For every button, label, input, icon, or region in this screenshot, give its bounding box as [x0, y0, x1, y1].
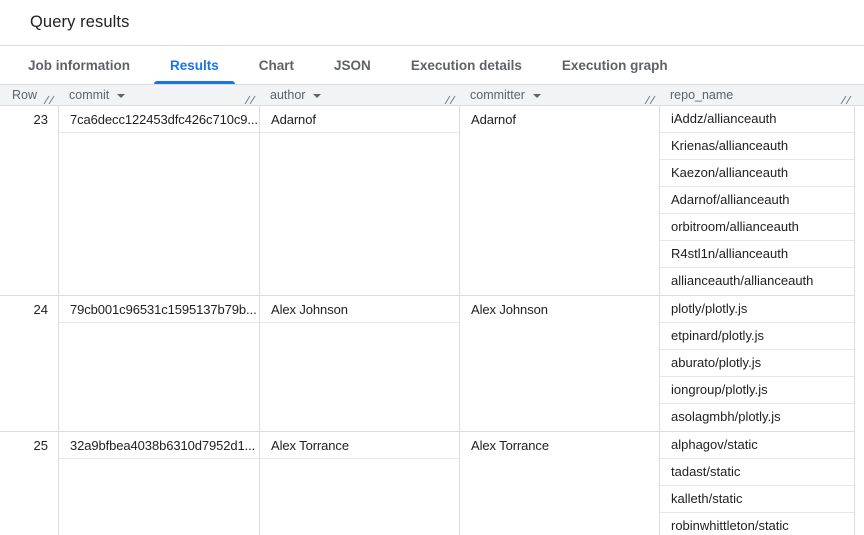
- repo-name-value: Krienas/allianceauth: [660, 133, 854, 160]
- column-resize-handle[interactable]: [643, 95, 657, 105]
- table-row: 2532a9bfbea4038b6310d7952d1...Alex Torra…: [0, 432, 855, 535]
- cell-commit: 79cb001c96531c1595137b79b...: [58, 296, 259, 431]
- cell-committer: Alex Torrance: [459, 432, 659, 535]
- table-header-row: Row commit author committer repo_name: [0, 85, 864, 106]
- tab-bar: Job information Results Chart JSON Execution…: [0, 46, 864, 85]
- panel-title-bar: Query results: [0, 0, 864, 46]
- tab-execution-details[interactable]: Execution details: [395, 46, 538, 84]
- repo-name-value: tadast/static: [660, 459, 854, 486]
- repo-name-value: robinwhittleton/static: [660, 513, 854, 535]
- cell-committer: Adarnof: [459, 106, 659, 295]
- tab-label: Execution graph: [562, 58, 668, 73]
- commit-value: 32a9bfbea4038b6310d7952d1...: [59, 432, 259, 459]
- column-resize-handle[interactable]: [443, 95, 457, 105]
- column-header-committer[interactable]: committer: [459, 85, 659, 105]
- column-header-label: repo_name: [670, 88, 733, 102]
- cell-author: Alex Torrance: [259, 432, 459, 535]
- tab-execution-graph[interactable]: Execution graph: [546, 46, 684, 84]
- column-header-label: author: [270, 88, 305, 102]
- repo-name-value: aburato/plotly.js: [660, 350, 854, 377]
- page-title: Query results: [30, 13, 129, 32]
- repo-name-value: Adarnof/allianceauth: [660, 187, 854, 214]
- committer-value: Alex Johnson: [460, 296, 659, 323]
- cell-commit: 7ca6decc122453dfc426c710c9...: [58, 106, 259, 295]
- column-resize-handle[interactable]: [243, 95, 257, 105]
- column-menu-arrow-icon: [533, 94, 541, 98]
- column-menu-arrow-icon: [117, 94, 125, 98]
- column-header-label: commit: [69, 88, 109, 102]
- column-resize-handle[interactable]: [839, 95, 853, 105]
- column-header-repo-name[interactable]: repo_name: [659, 85, 855, 105]
- committer-value: Adarnof: [460, 106, 659, 133]
- author-value: Adarnof: [260, 106, 459, 133]
- active-tab-underline: [154, 81, 235, 84]
- table-row: 2479cb001c96531c1595137b79b...Alex Johns…: [0, 296, 855, 432]
- row-number: 24: [0, 296, 58, 431]
- tab-label: Results: [170, 58, 219, 73]
- committer-value: Alex Torrance: [460, 432, 659, 459]
- tab-label: Job information: [28, 58, 130, 73]
- query-results-panel: Query results Job information Results Char…: [0, 0, 864, 535]
- cell-repo-name: iAddz/allianceauthKrienas/allianceauthKa…: [659, 106, 855, 295]
- cell-committer: Alex Johnson: [459, 296, 659, 431]
- repo-name-value: asolagmbh/plotly.js: [660, 404, 854, 431]
- cell-commit: 32a9bfbea4038b6310d7952d1...: [58, 432, 259, 535]
- tab-results[interactable]: Results: [154, 46, 235, 84]
- cell-author: Alex Johnson: [259, 296, 459, 431]
- tab-label: Chart: [259, 58, 294, 73]
- column-resize-handle[interactable]: [42, 95, 56, 105]
- cell-repo-name: plotly/plotly.jsetpinard/plotly.jsaburat…: [659, 296, 855, 431]
- repo-name-value: alphagov/static: [660, 432, 854, 459]
- row-number: 25: [0, 432, 58, 535]
- repo-name-value: etpinard/plotly.js: [660, 323, 854, 350]
- commit-value: 7ca6decc122453dfc426c710c9...: [59, 106, 259, 133]
- tab-label: JSON: [334, 58, 371, 73]
- column-header-author[interactable]: author: [259, 85, 459, 105]
- repo-name-value: orbitroom/allianceauth: [660, 214, 854, 241]
- author-value: Alex Torrance: [260, 432, 459, 459]
- repo-name-value: R4stl1n/allianceauth: [660, 241, 854, 268]
- cell-author: Adarnof: [259, 106, 459, 295]
- cell-repo-name: alphagov/statictadast/statickalleth/stat…: [659, 432, 855, 535]
- column-header-label: Row: [12, 88, 37, 102]
- repo-name-value: iAddz/allianceauth: [660, 106, 854, 133]
- column-header-commit[interactable]: commit: [58, 85, 259, 105]
- repo-name-value: kalleth/static: [660, 486, 854, 513]
- tab-job-information[interactable]: Job information: [12, 46, 146, 84]
- repo-name-value: plotly/plotly.js: [660, 296, 854, 323]
- repo-name-value: allianceauth/allianceauth: [660, 268, 854, 295]
- column-header-label: committer: [470, 88, 525, 102]
- commit-value: 79cb001c96531c1595137b79b...: [59, 296, 259, 323]
- tab-label: Execution details: [411, 58, 522, 73]
- tab-json[interactable]: JSON: [318, 46, 387, 84]
- repo-name-value: Kaezon/allianceauth: [660, 160, 854, 187]
- tab-chart[interactable]: Chart: [243, 46, 310, 84]
- column-menu-arrow-icon: [313, 94, 321, 98]
- table-row: 237ca6decc122453dfc426c710c9...AdarnofAd…: [0, 106, 855, 296]
- table-body: 237ca6decc122453dfc426c710c9...AdarnofAd…: [0, 106, 855, 535]
- row-number: 23: [0, 106, 58, 295]
- repo-name-value: iongroup/plotly.js: [660, 377, 854, 404]
- author-value: Alex Johnson: [260, 296, 459, 323]
